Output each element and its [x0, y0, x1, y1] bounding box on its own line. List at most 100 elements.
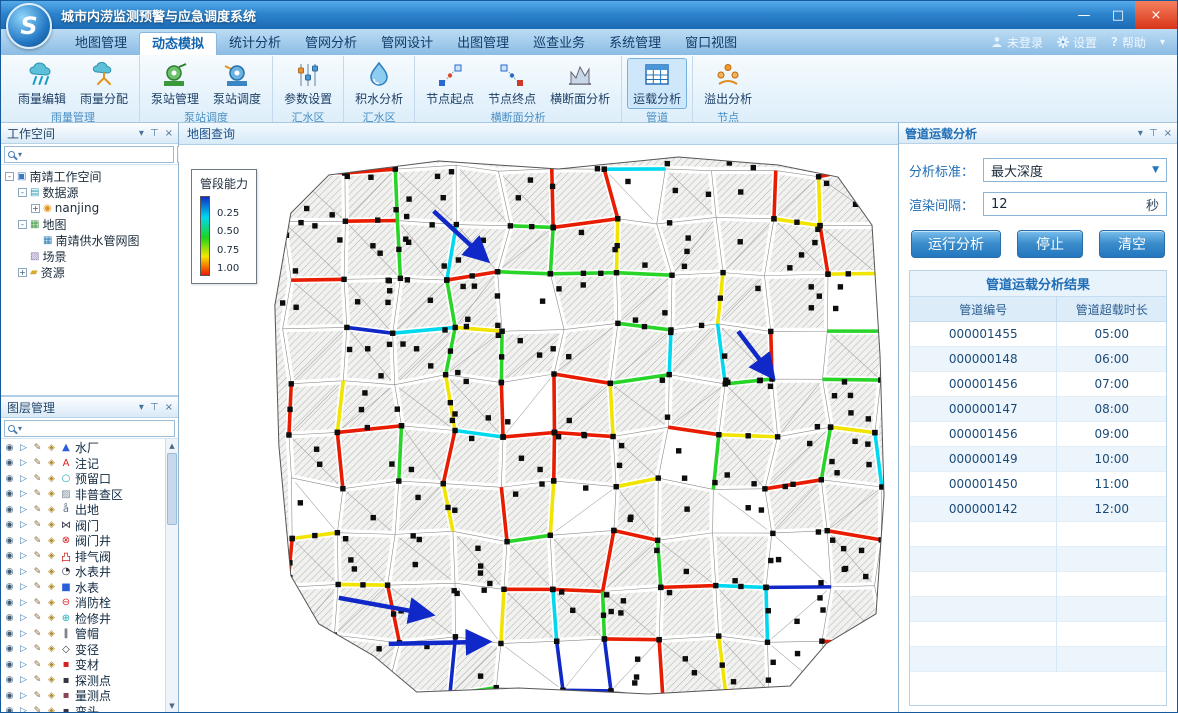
maximize-button[interactable]: □ [1101, 1, 1135, 29]
menu-item[interactable]: 地图管理 [63, 32, 139, 55]
ribbon-button-node-end[interactable]: 节点终点 [482, 58, 542, 109]
panel-close-icon[interactable]: × [1164, 128, 1172, 139]
select-arrow-icon[interactable]: ▷ [18, 644, 29, 654]
snap-diamond-icon[interactable]: ◈ [46, 458, 57, 468]
map-canvas[interactable] [179, 145, 898, 712]
tree-item[interactable]: -▤数据源 [1, 184, 178, 200]
table-row[interactable] [910, 622, 1166, 647]
select-arrow-icon[interactable]: ▷ [18, 582, 29, 592]
visibility-eye-icon[interactable]: ◉ [4, 520, 15, 530]
snap-diamond-icon[interactable]: ◈ [46, 505, 57, 515]
scroll-down-arrow[interactable]: ▼ [166, 699, 178, 712]
snap-diamond-icon[interactable]: ◈ [46, 691, 57, 701]
snap-diamond-icon[interactable]: ◈ [46, 644, 57, 654]
edit-pencil-icon[interactable]: ✎ [32, 520, 43, 530]
layer-item[interactable]: ◉▷✎◈å出地 [1, 502, 165, 518]
visibility-eye-icon[interactable]: ◉ [4, 598, 15, 608]
select-arrow-icon[interactable]: ▷ [18, 505, 29, 515]
edit-pencil-icon[interactable]: ✎ [32, 644, 43, 654]
tree-item[interactable]: -▦地图 [1, 216, 178, 232]
layer-item[interactable]: ◉▷✎◈◔水表井 [1, 564, 165, 580]
ribbon-button-parameter-settings[interactable]: 参数设置 [278, 58, 338, 109]
visibility-eye-icon[interactable]: ◉ [4, 458, 15, 468]
layer-item[interactable]: ◉▷✎◈■水表 [1, 580, 165, 596]
layer-item[interactable]: ◉▷✎◈▨非普查区 [1, 487, 165, 503]
table-row[interactable]: 00000145607:00 [910, 372, 1166, 397]
menu-item[interactable]: 统计分析 [217, 32, 293, 55]
visibility-eye-icon[interactable]: ◉ [4, 629, 15, 639]
layers-scrollbar[interactable]: ▲ ▼ [165, 439, 178, 712]
ribbon-button-load-analysis[interactable]: 运载分析 [627, 58, 687, 109]
visibility-eye-icon[interactable]: ◉ [4, 551, 15, 561]
layers-search-input[interactable] [25, 422, 171, 435]
layers-search-box[interactable]: ▾ [4, 420, 175, 437]
menu-item[interactable]: 窗口视图 [673, 32, 749, 55]
select-arrow-icon[interactable]: ▷ [18, 629, 29, 639]
menu-item[interactable]: 巡查业务 [521, 32, 597, 55]
panel-collapse-icon[interactable]: ▾ [139, 402, 144, 413]
visibility-eye-icon[interactable]: ◉ [4, 675, 15, 685]
snap-diamond-icon[interactable]: ◈ [46, 567, 57, 577]
select-arrow-icon[interactable]: ▷ [18, 520, 29, 530]
select-arrow-icon[interactable]: ▷ [18, 551, 29, 561]
table-row[interactable]: 00000014708:00 [910, 397, 1166, 422]
snap-diamond-icon[interactable]: ◈ [46, 706, 57, 712]
visibility-eye-icon[interactable]: ◉ [4, 644, 15, 654]
select-arrow-icon[interactable]: ▷ [18, 598, 29, 608]
select-arrow-icon[interactable]: ▷ [18, 691, 29, 701]
ribbon-button-rain-allocate[interactable]: 雨量分配 [74, 58, 134, 109]
edit-pencil-icon[interactable]: ✎ [32, 567, 43, 577]
panel-pin-icon[interactable]: ⊤ [150, 128, 159, 139]
expand-icon[interactable]: + [31, 204, 40, 213]
snap-diamond-icon[interactable]: ◈ [46, 489, 57, 499]
visibility-eye-icon[interactable]: ◉ [4, 536, 15, 546]
layer-item[interactable]: ◉▷✎◈‖管帽 [1, 626, 165, 642]
edit-pencil-icon[interactable]: ✎ [32, 489, 43, 499]
ribbon-button-rain-edit[interactable]: 雨量编辑 [12, 58, 72, 109]
visibility-eye-icon[interactable]: ◉ [4, 474, 15, 484]
layer-item[interactable]: ◉▷✎◈A注记 [1, 456, 165, 472]
render-interval-input[interactable] [991, 197, 1051, 212]
menu-item[interactable]: 出图管理 [445, 32, 521, 55]
select-arrow-icon[interactable]: ▷ [18, 443, 29, 453]
snap-diamond-icon[interactable]: ◈ [46, 582, 57, 592]
workspace-search-input[interactable] [25, 148, 170, 161]
table-row[interactable]: 00000014910:00 [910, 447, 1166, 472]
panel-close-icon[interactable]: × [165, 128, 173, 139]
select-arrow-icon[interactable]: ▷ [18, 660, 29, 670]
edit-pencil-icon[interactable]: ✎ [32, 629, 43, 639]
edit-pencil-icon[interactable]: ✎ [32, 582, 43, 592]
layer-item[interactable]: ◉▷✎◈⊕检修井 [1, 611, 165, 627]
tree-item[interactable]: +▰资源 [1, 264, 178, 280]
layer-item[interactable]: ◉▷✎◈▲水厂 [1, 440, 165, 456]
scroll-thumb[interactable] [167, 453, 177, 525]
edit-pencil-icon[interactable]: ✎ [32, 536, 43, 546]
edit-pencil-icon[interactable]: ✎ [32, 458, 43, 468]
search-dropdown-icon[interactable]: ▾ [18, 150, 22, 159]
layer-item[interactable]: ◉▷✎◈⋈阀门 [1, 518, 165, 534]
menu-overflow-chevron-icon[interactable]: ▾ [1160, 37, 1165, 48]
tree-item[interactable]: -▣南靖工作空间 [1, 168, 178, 184]
stop-button[interactable]: 停止 [1017, 230, 1083, 258]
collapse-icon[interactable]: - [18, 188, 27, 197]
visibility-eye-icon[interactable]: ◉ [4, 505, 15, 515]
panel-collapse-icon[interactable]: ▾ [139, 128, 144, 139]
menu-item[interactable]: 系统管理 [597, 32, 673, 55]
tree-item[interactable]: +◉nanjing [1, 200, 178, 216]
collapse-icon[interactable]: - [18, 220, 27, 229]
layer-item[interactable]: ◉▷✎◈▪量测点 [1, 688, 165, 704]
search-dropdown-icon[interactable]: ▾ [18, 424, 22, 433]
table-row[interactable] [910, 522, 1166, 547]
visibility-eye-icon[interactable]: ◉ [4, 613, 15, 623]
snap-diamond-icon[interactable]: ◈ [46, 536, 57, 546]
snap-diamond-icon[interactable]: ◈ [46, 629, 57, 639]
select-arrow-icon[interactable]: ▷ [18, 474, 29, 484]
table-row[interactable] [910, 547, 1166, 572]
visibility-eye-icon[interactable]: ◉ [4, 489, 15, 499]
collapse-icon[interactable]: - [5, 172, 14, 181]
select-arrow-icon[interactable]: ▷ [18, 536, 29, 546]
visibility-eye-icon[interactable]: ◉ [4, 582, 15, 592]
table-row[interactable]: 00000145609:00 [910, 422, 1166, 447]
table-row[interactable]: 00000014212:00 [910, 497, 1166, 522]
tree-item[interactable]: ▧场景 [1, 248, 178, 264]
